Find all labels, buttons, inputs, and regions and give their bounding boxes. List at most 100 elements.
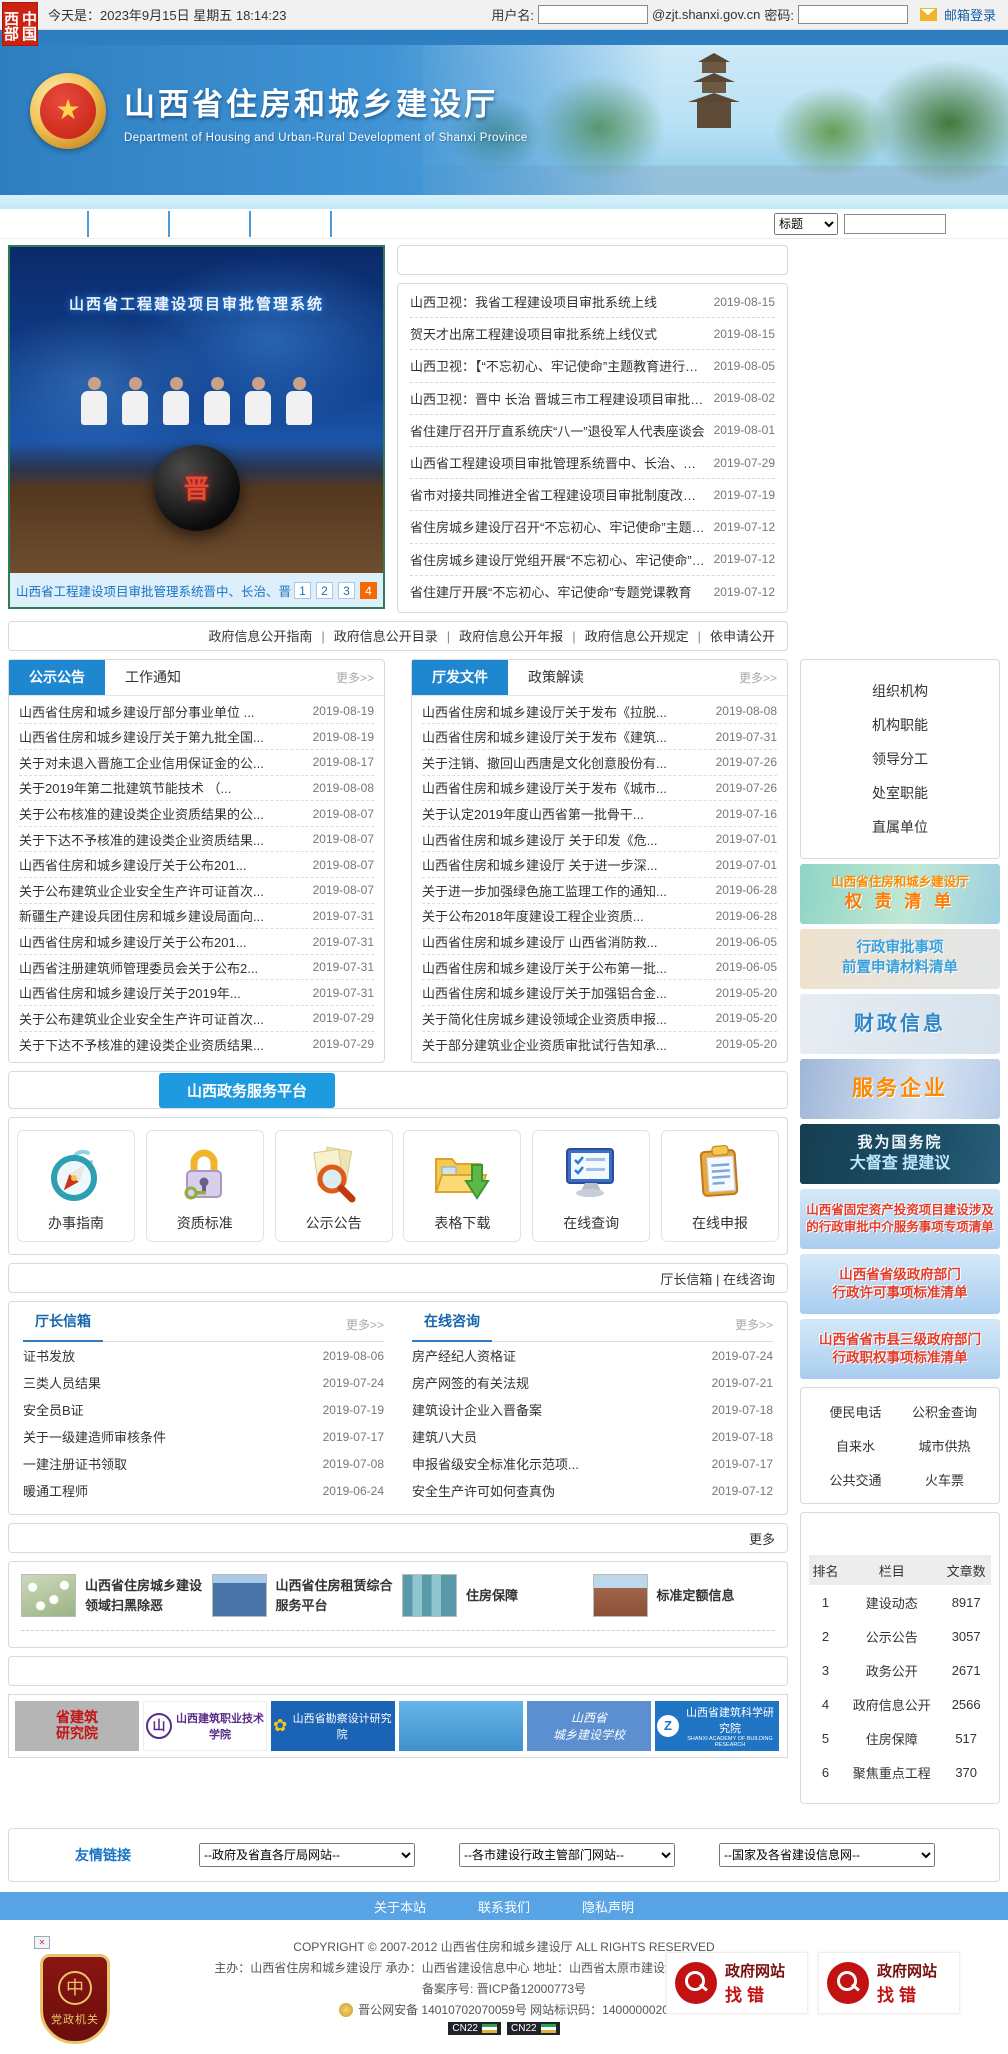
carousel-page-3[interactable]: 3 (338, 582, 355, 599)
search-input[interactable] (844, 214, 946, 234)
column-cell[interactable]: 政府信息公开 (842, 1687, 941, 1721)
shanxi-service-platform-button[interactable]: 山西政务服务平台 (159, 1073, 335, 1108)
announcement-title[interactable]: 新疆生产建设兵团住房和城乡建设局面向... (19, 906, 313, 925)
top-nav-item-4[interactable] (251, 211, 332, 237)
document-title[interactable]: 山西省住房和城乡建设厅 山西省消防救... (422, 932, 716, 951)
convenience-link[interactable]: 城市供热 (900, 1436, 989, 1455)
news-item-title[interactable]: 山西卫视：我省工程建设项目审批系统上线 (410, 292, 714, 311)
column-cell[interactable]: 公示公告 (842, 1619, 941, 1653)
mailbox-item-title[interactable]: 暖通工程师 (23, 1481, 323, 1500)
partner-logo-construction-school[interactable]: 山西省城乡建设学校 (527, 1701, 651, 1751)
service-card-online-query[interactable]: 在线查询 (532, 1130, 650, 1242)
mailbox-consult-links[interactable]: 厅长信箱 | 在线咨询 (660, 1269, 775, 1288)
partner-logo-blank[interactable] (399, 1701, 523, 1751)
tab-policy-interpretation[interactable]: 政策解读 (508, 660, 604, 695)
announcement-title[interactable]: 山西省住房和城乡建设厅关于2019年... (19, 983, 313, 1002)
tab-department-documents[interactable]: 厅发文件 (412, 660, 508, 695)
documents-more-link[interactable]: 更多>> (739, 669, 787, 686)
tab-director-mailbox[interactable]: 厅长信箱 (23, 1311, 103, 1342)
sidebar-banner[interactable]: 山西省固定资产投资项目建设涉及 的行政审批中介服务事项专项清单 (800, 1189, 1000, 1249)
news-item-title[interactable]: 省市对接共同推进全省工程建设项目审批制度改革试点工作 (410, 485, 714, 504)
friend-select-city-departments[interactable]: --各市建设行政主管部门网站-- (459, 1843, 675, 1867)
mailbox-item-title[interactable]: 安全员B证 (23, 1400, 323, 1419)
info-disclosure-link[interactable]: 政府信息公开规定 (563, 626, 688, 645)
document-title[interactable]: 山西省住房和城乡建设厅关于发布《城市... (422, 778, 716, 797)
consult-item-title[interactable]: 建筑八大员 (412, 1427, 712, 1446)
promo-housing-security[interactable]: 住房保障 (402, 1574, 585, 1617)
footer-link-about[interactable]: 关于本站 (374, 1897, 426, 1916)
photo-carousel[interactable]: 山西省工程建设项目审批管理系统 晋 山西省工程建设项目审批管理系统晋中、长治、晋… (8, 245, 385, 609)
footer-link-contact[interactable]: 联系我们 (478, 1897, 530, 1916)
mailbox-item-title[interactable]: 证书发放 (23, 1346, 323, 1365)
news-item-title[interactable]: 山西省工程建设项目审批管理系统晋中、长治、晋城三市正... (410, 453, 714, 472)
org-link[interactable]: 组织机构 (801, 674, 999, 708)
partner-logo-building-science[interactable]: Z 山西省建筑科学研究院SHANXI ACADEMY OF BUILDING R… (655, 1701, 779, 1751)
org-link[interactable]: 领导分工 (801, 742, 999, 776)
gov-site-find-error-badge[interactable]: 政府网站找错 (818, 1952, 960, 2014)
announcement-title[interactable]: 关于2019年第二批建筑节能技术 （... (19, 778, 313, 797)
document-title[interactable]: 关于公布2018年度建设工程企业资质... (422, 906, 716, 925)
tab-work-notices[interactable]: 工作通知 (105, 660, 201, 695)
news-item-title[interactable]: 山西卫视：晋中 长治 晋城三市工程建设项目审批管理系... (410, 389, 714, 408)
announcement-title[interactable]: 关于对未退入晋施工企业信用保证金的公... (19, 753, 313, 772)
partner-logo-building-research[interactable]: 省建筑研究院 (15, 1701, 139, 1751)
announcement-title[interactable]: 山西省注册建筑师管理委员会关于公布2... (19, 958, 313, 977)
service-card-guide[interactable]: 办事指南 (17, 1130, 135, 1242)
convenience-link[interactable]: 公积金查询 (900, 1402, 989, 1421)
info-disclosure-link[interactable]: 政府信息公开年报 (438, 626, 563, 645)
service-card-announcements[interactable]: 公示公告 (275, 1130, 393, 1242)
document-title[interactable]: 山西省住房和城乡建设厅关于加强铝合金... (422, 983, 716, 1002)
mail-login-link[interactable]: 邮箱登录 (944, 5, 996, 24)
org-link[interactable]: 机构职能 (801, 708, 999, 742)
announcement-title[interactable]: 关于公布核准的建设类企业资质结果的公... (19, 804, 313, 823)
carousel-page-1[interactable]: 1 (294, 582, 311, 599)
sidebar-banner[interactable]: 山西省省级政府部门 行政许可事项标准清单 (800, 1254, 1000, 1314)
cn22-badge[interactable]: CN22 (448, 2022, 501, 2035)
top-nav-item-1[interactable] (8, 211, 89, 237)
announcement-title[interactable]: 山西省住房和城乡建设厅关于第九批全国... (19, 727, 313, 746)
org-link[interactable]: 处室职能 (801, 776, 999, 810)
search-field-select[interactable]: 标题 (774, 213, 838, 235)
convenience-link[interactable]: 自来水 (811, 1436, 900, 1455)
document-title[interactable]: 关于注销、撤回山西唐是文化创意股份有... (422, 753, 716, 772)
mailbox-item-title[interactable]: 关于一级建造师审核条件 (23, 1427, 323, 1446)
mailbox-item-title[interactable]: 三类人员结果 (23, 1373, 323, 1392)
top-nav-item-2[interactable] (89, 211, 170, 237)
document-title[interactable]: 山西省住房和城乡建设厅 关于进一步深... (422, 855, 716, 874)
promo-rental-platform[interactable]: 山西省住房租赁综合服务平台 (212, 1574, 395, 1617)
announcements-more-link[interactable]: 更多>> (336, 669, 384, 686)
sidebar-banner[interactable]: 行政审批事项 前置申请材料清单 (800, 929, 1000, 989)
consult-item-title[interactable]: 房产经纪人资格证 (412, 1346, 712, 1365)
tab-public-announcements[interactable]: 公示公告 (9, 660, 105, 695)
news-item-title[interactable]: 山西卫视：【“不忘初心、牢记使命”主题教育进行时】省... (410, 356, 714, 375)
service-card-qualification[interactable]: 资质标准 (146, 1130, 264, 1242)
document-title[interactable]: 关于简化住房城乡建设领域企业资质申报... (422, 1009, 716, 1028)
friend-select-national-sites[interactable]: --国家及各省建设信息网-- (719, 1843, 935, 1867)
news-item-title[interactable]: 省住建厅召开厅直系统庆“八一”退役军人代表座谈会 (410, 421, 714, 440)
convenience-link[interactable]: 便民电话 (811, 1402, 900, 1421)
gov-site-find-error-badge[interactable]: 政府网站找错 (666, 1952, 808, 2014)
consult-item-title[interactable]: 建筑设计企业入晋备案 (412, 1400, 712, 1419)
sidebar-banner[interactable]: 财政信息 (800, 994, 1000, 1054)
top-nav-item-3[interactable] (170, 211, 251, 237)
mailbox-more-link[interactable]: 更多>> (346, 1316, 384, 1341)
announcement-title[interactable]: 关于公布建筑业企业安全生产许可证首次... (19, 1009, 313, 1028)
announcement-title[interactable]: 关于公布建筑业企业安全生产许可证首次... (19, 881, 313, 900)
news-item-title[interactable]: 省住房城乡建设厅党组开展“不忘初心、牢记使命”主题教... (410, 550, 714, 569)
document-title[interactable]: 关于认定2019年度山西省第一批骨干... (422, 804, 716, 823)
consult-item-title[interactable]: 房产网签的有关法规 (412, 1373, 712, 1392)
column-cell[interactable]: 聚焦重点工程 (842, 1755, 941, 1789)
document-title[interactable]: 山西省住房和城乡建设厅 关于印发《危... (422, 830, 716, 849)
sidebar-banner[interactable]: 山西省住房和城乡建设厅 权 责 清 单 (800, 864, 1000, 924)
announcement-title[interactable]: 关于下达不予核准的建设类企业资质结果... (19, 830, 313, 849)
convenience-link[interactable]: 公共交通 (811, 1470, 900, 1489)
sidebar-banner[interactable]: 山西省省市县三级政府部门 行政职权事项标准清单 (800, 1319, 1000, 1379)
password-input[interactable] (798, 5, 908, 24)
username-input[interactable] (538, 5, 648, 24)
info-disclosure-link[interactable]: 依申请公开 (689, 626, 775, 645)
announcement-title[interactable]: 山西省住房和城乡建设厅关于公布201... (19, 855, 313, 874)
carousel-page-2[interactable]: 2 (316, 582, 333, 599)
consult-more-link[interactable]: 更多>> (735, 1316, 773, 1341)
column-cell[interactable]: 建设动态 (842, 1585, 941, 1619)
info-disclosure-link[interactable]: 政府信息公开指南 (208, 626, 312, 645)
